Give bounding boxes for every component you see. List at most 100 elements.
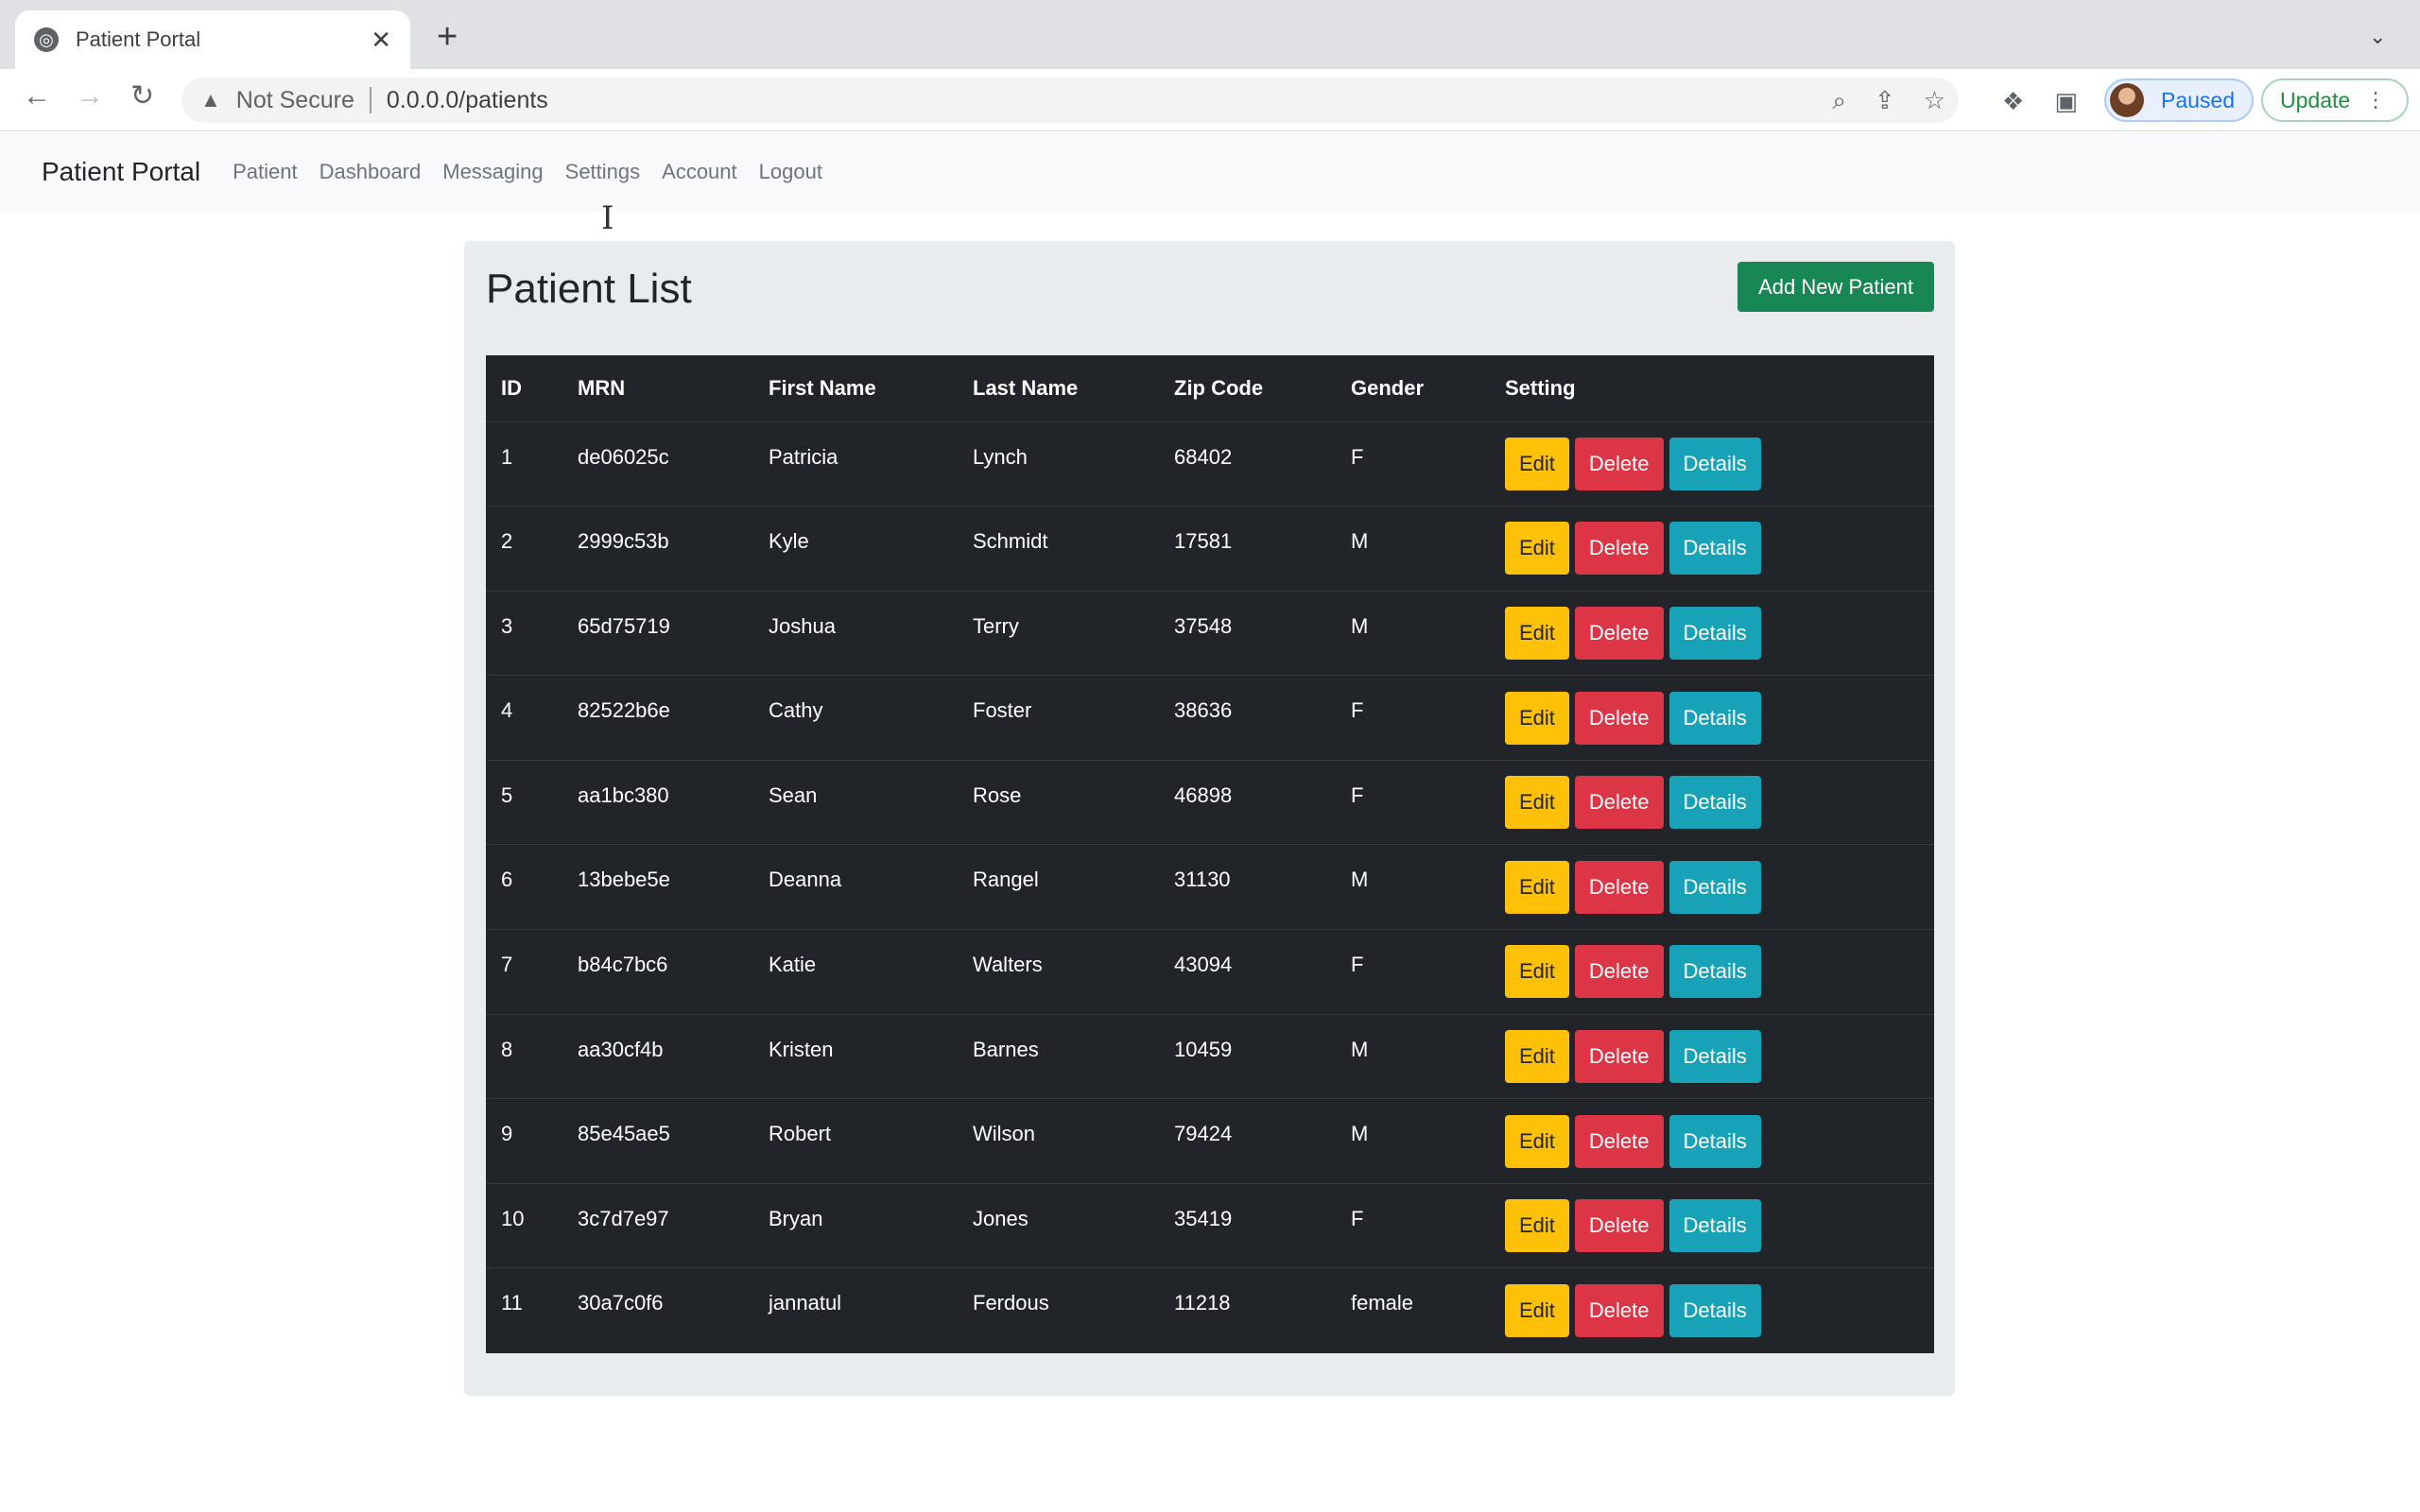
details-button[interactable]: Details <box>1668 860 1761 914</box>
details-button[interactable]: Details <box>1668 1029 1761 1083</box>
delete-button[interactable]: Delete <box>1574 1114 1664 1168</box>
cell-mrn: aa30cf4b <box>562 1013 753 1099</box>
details-button[interactable]: Details <box>1668 1114 1761 1168</box>
cell-last-name: Walters <box>958 929 1159 1015</box>
delete-button[interactable]: Delete <box>1574 522 1664 576</box>
column-header-mrn: MRN <box>578 375 626 400</box>
share-icon[interactable]: ⇪ <box>1875 85 1895 115</box>
nav-link-settings[interactable]: Settings <box>565 160 641 184</box>
chevron-down-icon[interactable]: ⌄ <box>2369 25 2386 49</box>
edit-button[interactable]: Edit <box>1505 522 1569 576</box>
profile-status: Paused <box>2161 87 2236 112</box>
details-button[interactable]: Details <box>1668 437 1761 490</box>
bookmark-star-icon[interactable]: ☆ <box>1924 85 1945 115</box>
edit-button[interactable]: Edit <box>1505 606 1569 660</box>
details-button[interactable]: Details <box>1668 606 1761 660</box>
avatar <box>2110 83 2144 117</box>
column-header-last-name: Last Name <box>973 375 1079 400</box>
edit-button[interactable]: Edit <box>1505 1029 1569 1083</box>
edit-button[interactable]: Edit <box>1505 945 1569 999</box>
cell-zip-code: 31130 <box>1159 844 1336 930</box>
back-arrow-icon[interactable]: ← <box>23 82 51 111</box>
nav-link-messaging[interactable]: Messaging <box>442 160 543 184</box>
cell-gender: F <box>1336 759 1490 845</box>
edit-button[interactable]: Edit <box>1505 1283 1569 1337</box>
cell-first-name: Bryan <box>753 1182 958 1268</box>
more-vert-icon[interactable]: ⋮ <box>2365 88 2386 112</box>
details-button[interactable]: Details <box>1668 776 1761 830</box>
cell-actions: Edit Delete Details <box>1490 1098 1934 1184</box>
extensions-puzzle-icon[interactable]: ❖ <box>2002 86 2024 116</box>
side-panel-icon[interactable]: ▣ <box>2054 86 2078 116</box>
cell-first-name: Kyle <box>753 506 958 592</box>
cell-actions: Edit Delete Details <box>1490 929 1934 1015</box>
cell-last-name: Wilson <box>958 1098 1159 1184</box>
delete-button[interactable]: Delete <box>1574 437 1664 490</box>
url-text[interactable]: 0.0.0.0/patients <box>387 87 548 114</box>
delete-button[interactable]: Delete <box>1574 1029 1664 1083</box>
update-button[interactable]: Update ⋮ <box>2261 78 2409 122</box>
details-button[interactable]: Details <box>1668 522 1761 576</box>
app-navbar: Patient Portal Patient Dashboard Messagi… <box>0 132 2420 212</box>
column-header-id: ID <box>501 375 522 400</box>
cell-mrn: de06025c <box>562 421 753 507</box>
cell-gender: female <box>1336 1267 1490 1353</box>
patient-table-container: ID MRN First Name Last Name Zip Code Gen… <box>486 355 1934 1353</box>
cell-first-name: Robert <box>753 1098 958 1184</box>
cell-zip-code: 35419 <box>1159 1182 1336 1268</box>
zoom-icon[interactable]: ⌕ <box>1832 85 1846 115</box>
page-title: Patient List <box>486 266 692 312</box>
nav-link-logout[interactable]: Logout <box>759 160 822 184</box>
browser-tab[interactable]: ◎ Patient Portal ✕ <box>15 10 410 69</box>
delete-button[interactable]: Delete <box>1574 1199 1664 1253</box>
cell-mrn: 85e45ae5 <box>562 1098 753 1184</box>
delete-button[interactable]: Delete <box>1574 860 1664 914</box>
profile-button[interactable]: Paused <box>2104 78 2254 122</box>
add-new-patient-button[interactable]: Add New Patient <box>1737 262 1934 312</box>
forward-arrow-icon[interactable]: → <box>76 82 104 111</box>
cell-zip-code: 79424 <box>1159 1098 1336 1184</box>
edit-button[interactable]: Edit <box>1505 1199 1569 1253</box>
cell-actions: Edit Delete Details <box>1490 844 1934 930</box>
cell-gender: M <box>1336 590 1490 676</box>
delete-button[interactable]: Delete <box>1574 691 1664 745</box>
nav-link-dashboard[interactable]: Dashboard <box>320 160 422 184</box>
cell-actions: Edit Delete Details <box>1490 1267 1934 1353</box>
edit-button[interactable]: Edit <box>1505 437 1569 490</box>
navbar-brand[interactable]: Patient Portal <box>42 157 200 187</box>
table-row: 2 2999c53b Kyle Schmidt 17581 M Edit Delete Deta… <box>486 506 1934 592</box>
delete-button[interactable]: Delete <box>1574 1283 1664 1337</box>
edit-button[interactable]: Edit <box>1505 860 1569 914</box>
new-tab-icon[interactable]: + <box>437 19 458 55</box>
cell-first-name: Kristen <box>753 1013 958 1099</box>
nav-link-account[interactable]: Account <box>662 160 737 184</box>
edit-button[interactable]: Edit <box>1505 1114 1569 1168</box>
details-button[interactable]: Details <box>1668 691 1761 745</box>
address-bar[interactable]: ▲ Not Secure 0.0.0.0/patients ⌕ ⇪ ☆ <box>182 77 1959 123</box>
cell-zip-code: 37548 <box>1159 590 1336 676</box>
table-row: 10 3c7d7e97 Bryan Jones 35419 F Edit Delete Deta… <box>486 1182 1934 1268</box>
table-row: 4 82522b6e Cathy Foster 38636 F Edit Delete Deta… <box>486 675 1934 761</box>
cell-gender: M <box>1336 1098 1490 1184</box>
close-tab-icon[interactable]: ✕ <box>371 27 391 52</box>
security-label: Not Secure <box>235 86 354 113</box>
column-header-zip-code: Zip Code <box>1174 375 1264 400</box>
nav-link-patient[interactable]: Patient <box>233 160 298 184</box>
table-header-row: ID MRN First Name Last Name Zip Code Gen… <box>486 355 1934 421</box>
details-button[interactable]: Details <box>1668 945 1761 999</box>
delete-button[interactable]: Delete <box>1574 606 1664 660</box>
edit-button[interactable]: Edit <box>1505 776 1569 830</box>
delete-button[interactable]: Delete <box>1574 945 1664 999</box>
reload-icon[interactable]: ↻ <box>130 82 154 111</box>
cell-actions: Edit Delete Details <box>1490 506 1934 592</box>
details-button[interactable]: Details <box>1668 1283 1761 1337</box>
update-label: Update <box>2280 87 2351 112</box>
table-row: 11 30a7c0f6 jannatul Ferdous 11218 female Edit… <box>486 1267 1934 1353</box>
tab-title: Patient Portal <box>76 27 201 51</box>
cell-id: 5 <box>486 759 562 845</box>
edit-button[interactable]: Edit <box>1505 691 1569 745</box>
delete-button[interactable]: Delete <box>1574 776 1664 830</box>
patient-table: ID MRN First Name Last Name Zip Code Gen… <box>486 355 1934 1353</box>
cell-id: 6 <box>486 844 562 930</box>
details-button[interactable]: Details <box>1668 1199 1761 1253</box>
